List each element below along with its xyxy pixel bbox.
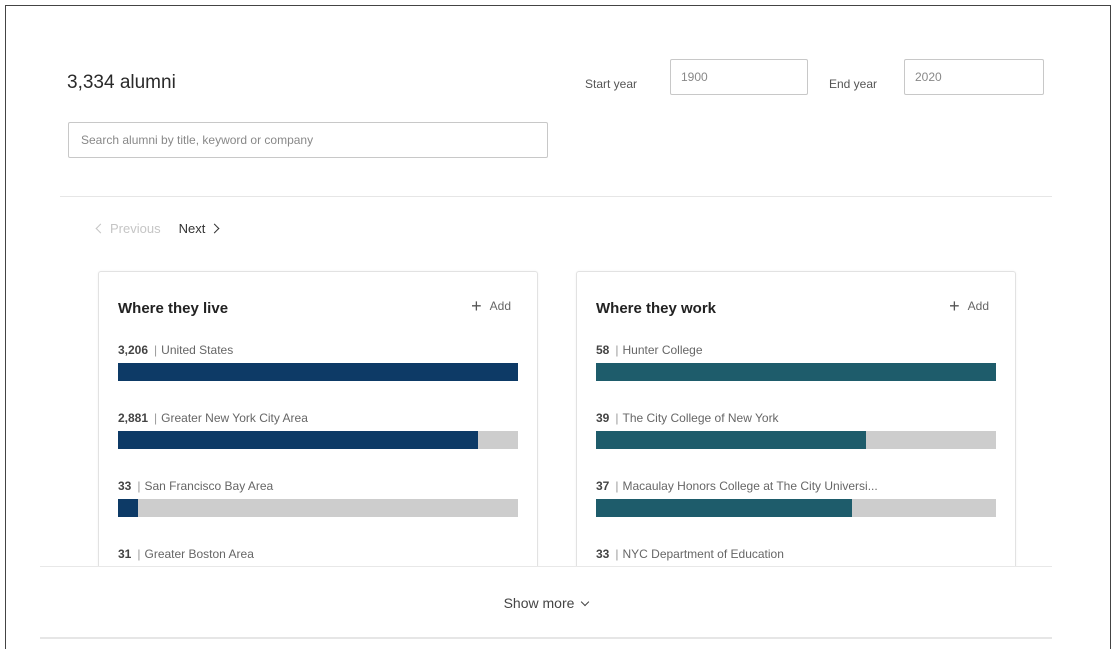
row-name: Greater New York City Area <box>161 411 308 425</box>
bar-fill <box>118 363 518 381</box>
show-more-button[interactable]: Show more <box>40 595 1052 611</box>
row-name: Greater Boston Area <box>144 547 254 561</box>
bar-track <box>118 431 518 449</box>
list-item[interactable]: 2,881 | Greater New York City Area <box>118 411 518 449</box>
end-year-input[interactable] <box>904 59 1044 95</box>
row-count: 3,206 <box>118 343 149 357</box>
previous-label: Previous <box>110 221 161 236</box>
list-item[interactable]: 3,206 | United States <box>118 343 518 381</box>
add-button[interactable]: + Add <box>471 296 511 316</box>
card-title: Where they work <box>596 300 717 317</box>
add-label: Add <box>967 299 989 313</box>
row-name: San Francisco Bay Area <box>144 479 274 493</box>
row-name: NYC Department of Education <box>622 547 784 561</box>
alumni-count: 3,334 alumni <box>67 72 176 93</box>
bar-track <box>596 363 996 381</box>
list-item[interactable]: 33 | San Francisco Bay Area <box>118 479 518 517</box>
end-year-label: End year <box>829 77 878 91</box>
row-count: 33 <box>118 479 132 493</box>
bar-fill <box>118 431 478 449</box>
start-year-input[interactable] <box>670 59 808 95</box>
chevron-right-icon <box>209 223 220 234</box>
section-divider <box>60 196 1052 197</box>
plus-icon: + <box>949 296 960 316</box>
card-where-they-work: Where they work + Add 58 | Hunter College … <box>576 271 1016 585</box>
add-button[interactable]: + Add <box>949 296 989 316</box>
previous-button[interactable]: Previous <box>95 221 161 236</box>
chevron-left-icon <box>95 223 106 234</box>
row-name: United States <box>161 343 234 357</box>
row-count: 2,881 <box>118 411 149 425</box>
bar-track <box>596 499 996 517</box>
search-input[interactable] <box>68 122 548 158</box>
bar-fill <box>596 431 866 449</box>
show-more-bar: Show more <box>40 566 1052 639</box>
bar-track <box>596 431 996 449</box>
bar-fill <box>596 363 996 381</box>
bar-fill <box>596 499 852 517</box>
next-button[interactable]: Next <box>178 221 220 236</box>
row-name: The City College of New York <box>622 411 779 425</box>
next-label: Next <box>178 221 206 236</box>
row-count: 58 <box>596 343 610 357</box>
card-where-they-live: Where they live + Add 3,206 | United State… <box>98 271 538 585</box>
card-title: Where they live <box>118 300 229 317</box>
row-count: 31 <box>118 547 132 561</box>
pager: Previous Next <box>95 221 220 236</box>
bar-track <box>118 499 518 517</box>
row-count: 33 <box>596 547 610 561</box>
row-count: 37 <box>596 479 610 493</box>
start-year-label: Start year <box>585 77 638 91</box>
add-label: Add <box>489 299 511 313</box>
bar-track <box>118 363 518 381</box>
list-item[interactable]: 58 | Hunter College <box>596 343 996 381</box>
row-name: Hunter College <box>622 343 703 357</box>
plus-icon: + <box>471 296 482 316</box>
show-more-label: Show more <box>503 595 575 611</box>
bar-fill <box>118 499 138 517</box>
list-item[interactable]: 39 | The City College of New York <box>596 411 996 449</box>
row-name: Macaulay Honors College at The City Univ… <box>622 479 878 493</box>
chevron-down-icon <box>581 597 590 607</box>
list-item[interactable]: 37 | Macaulay Honors College at The City U… <box>596 479 996 517</box>
row-count: 39 <box>596 411 610 425</box>
